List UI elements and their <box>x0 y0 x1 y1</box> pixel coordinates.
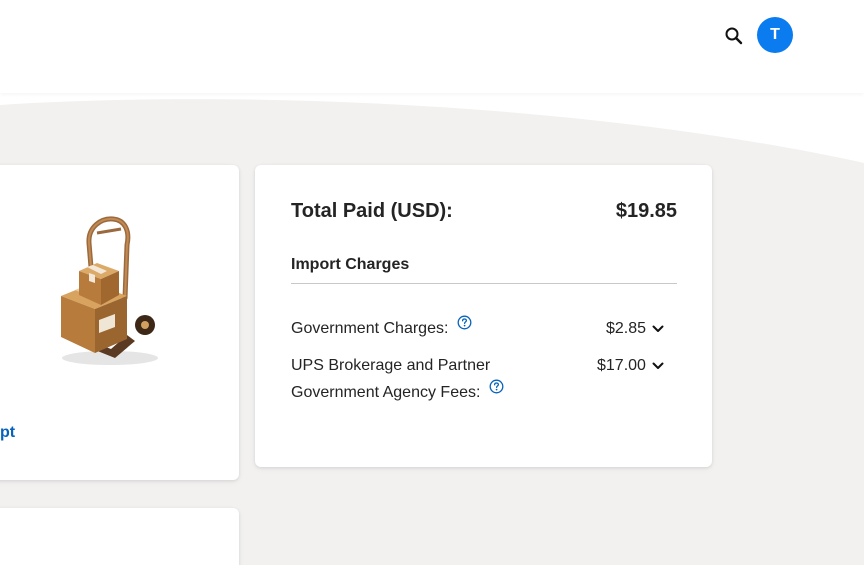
secondary-card <box>0 508 239 565</box>
total-paid-value: $19.85 <box>615 200 677 222</box>
user-avatar[interactable]: T <box>757 17 793 53</box>
government-charges-amount: $2.85 <box>606 320 647 337</box>
government-charges-text: Government Charges: <box>291 320 449 337</box>
hand-truck-boxes-icon <box>61 216 158 365</box>
brokerage-fees-line2: Government Agency Fees: <box>291 384 481 401</box>
top-header: T <box>0 0 864 93</box>
import-charges-title: Import Charges <box>291 256 410 273</box>
government-charges-value[interactable]: $2.85 <box>606 320 664 338</box>
receipt-link[interactable]: pt <box>0 424 15 442</box>
government-charges-label: Government Charges: <box>291 315 472 342</box>
chevron-down-icon[interactable] <box>652 325 664 333</box>
brokerage-fees-label: UPS Brokerage and Partner Government Age… <box>291 352 504 406</box>
search-icon[interactable] <box>722 24 746 48</box>
chevron-down-icon[interactable] <box>652 362 664 370</box>
total-paid-label: Total Paid (USD): <box>291 200 453 222</box>
section-divider <box>291 283 677 284</box>
brokerage-fees-line2-wrap: Government Agency Fees: <box>291 379 504 406</box>
brokerage-fees-line1: UPS Brokerage and Partner <box>291 357 491 374</box>
question-circle-icon[interactable] <box>457 312 472 339</box>
question-circle-icon[interactable] <box>489 376 504 403</box>
brokerage-fees-amount: $17.00 <box>597 357 646 374</box>
brokerage-fees-value[interactable]: $17.00 <box>597 357 664 375</box>
